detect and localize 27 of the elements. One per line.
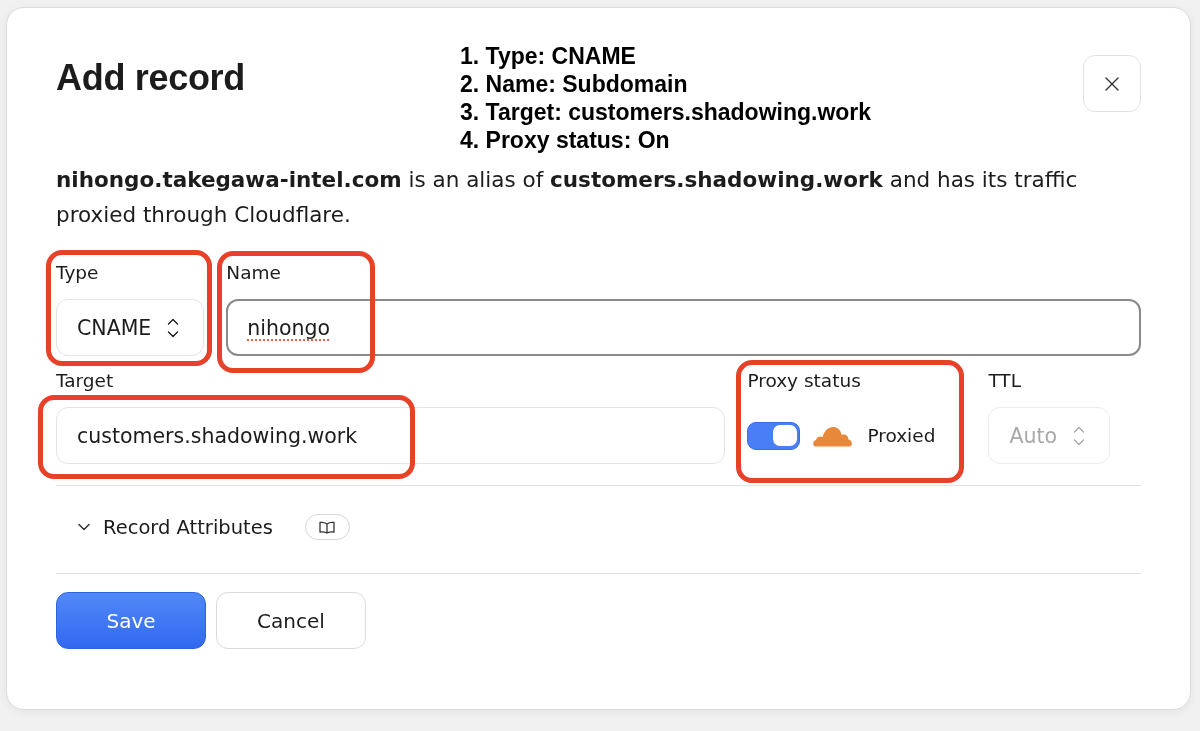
chevron-up-down-icon	[1073, 424, 1085, 447]
toggle-switch[interactable]	[747, 421, 801, 450]
field-label: Type	[56, 261, 99, 285]
alias-description: nihongo.takegawa-intel.com is an alias of customers.shadowing.work and has its traffic proxied through Cloudflare.	[56, 166, 1079, 229]
annotation-note: 3. Target: customers.shadowing.work	[460, 98, 872, 126]
field-label: Target	[56, 369, 114, 393]
field-label: Name	[226, 261, 281, 285]
field-label: TTL	[988, 369, 1021, 393]
cloud-icon	[812, 424, 854, 447]
chevron-down-icon	[78, 523, 90, 531]
book-icon	[319, 520, 336, 534]
dialog-title: Add record	[56, 57, 246, 99]
field-label: Proxy status	[747, 369, 861, 393]
record-attributes-toggle[interactable]: Record Attributes	[78, 515, 273, 539]
text-field[interactable]: customers.shadowing.work	[56, 407, 726, 464]
chevron-up-down-icon	[167, 316, 180, 339]
close-button[interactable]	[1083, 55, 1141, 112]
docs-button[interactable]	[304, 514, 350, 540]
annotation-note: 2. Name: Subdomain	[460, 70, 688, 98]
close-icon	[1104, 75, 1120, 92]
annotation-note: 4. Proxy status: On	[460, 126, 670, 154]
annotation-note: 1. Type: CNAME	[460, 42, 636, 70]
cancel-button[interactable]: Cancel	[216, 592, 366, 649]
save-button[interactable]: Save	[56, 592, 206, 649]
text-field[interactable]: nihongo	[226, 299, 1141, 356]
status-text: Proxied	[867, 425, 936, 446]
select-field[interactable]: CNAME	[56, 299, 205, 356]
